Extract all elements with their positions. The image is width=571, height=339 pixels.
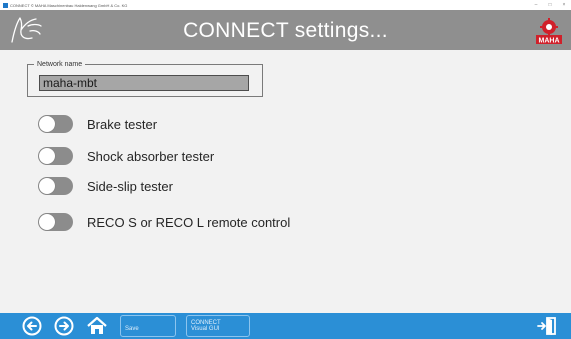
arrow-left-circle-icon[interactable]: [22, 316, 42, 336]
toggle-row-reco-remote-control: RECO S or RECO L remote control: [38, 213, 290, 231]
logo-text: MAHA: [539, 38, 560, 45]
close-button[interactable]: ×: [557, 2, 571, 8]
maximize-button[interactable]: □: [543, 2, 557, 8]
reco-remote-control-toggle[interactable]: [38, 213, 73, 231]
network-name-label: Network name: [34, 60, 86, 69]
window-title: CONNECT © MAHA Maschinenbau Haldenwang G…: [10, 2, 128, 8]
exit-door-icon[interactable]: [537, 316, 557, 336]
window-titlebar: CONNECT © MAHA Maschinenbau Haldenwang G…: [0, 0, 571, 10]
save-button[interactable]: Save: [120, 315, 176, 337]
page-title: CONNECT settings...: [183, 19, 388, 42]
shock-absorber-tester-label: Shock absorber tester: [87, 148, 215, 164]
brake-tester-toggle[interactable]: [38, 115, 73, 133]
network-name-input[interactable]: maha-mbt: [39, 75, 249, 91]
visual-gui-label: Visual GUI: [191, 326, 220, 332]
toggle-row-brake-tester: Brake tester: [38, 115, 157, 133]
toggle-row-shock-absorber-tester: Shock absorber tester: [38, 147, 214, 165]
shock-absorber-tester-toggle[interactable]: [38, 147, 73, 165]
network-name-group: Network name maha-mbt: [27, 60, 263, 97]
toggle-knob: [39, 148, 55, 164]
toggle-knob: [39, 214, 55, 230]
app-window: CONNECT © MAHA Maschinenbau Haldenwang G…: [0, 0, 571, 339]
toggle-row-side-slip-tester: Side-slip tester: [38, 177, 173, 195]
home-icon[interactable]: [87, 316, 107, 336]
minimize-button[interactable]: –: [529, 2, 543, 8]
app-icon: [3, 2, 8, 8]
connect-visual-gui-button[interactable]: CONNECT Visual GUI: [186, 315, 250, 337]
toggle-knob: [39, 178, 55, 194]
bottom-toolbar: Save CONNECT Visual GUI: [0, 313, 571, 339]
brake-tester-label: Brake tester: [87, 116, 158, 132]
reco-remote-control-label: RECO S or RECO L remote control: [87, 214, 291, 230]
side-slip-tester-toggle[interactable]: [38, 177, 73, 195]
toggle-knob: [39, 116, 55, 132]
page-header: CONNECT settings... MAHA: [0, 10, 571, 50]
side-slip-tester-label: Side-slip tester: [87, 178, 173, 194]
arrow-right-circle-icon[interactable]: [54, 316, 74, 336]
settings-panel: Network name maha-mbt Brake tester Shock…: [10, 50, 561, 313]
maha-logo: MAHA: [536, 18, 562, 45]
